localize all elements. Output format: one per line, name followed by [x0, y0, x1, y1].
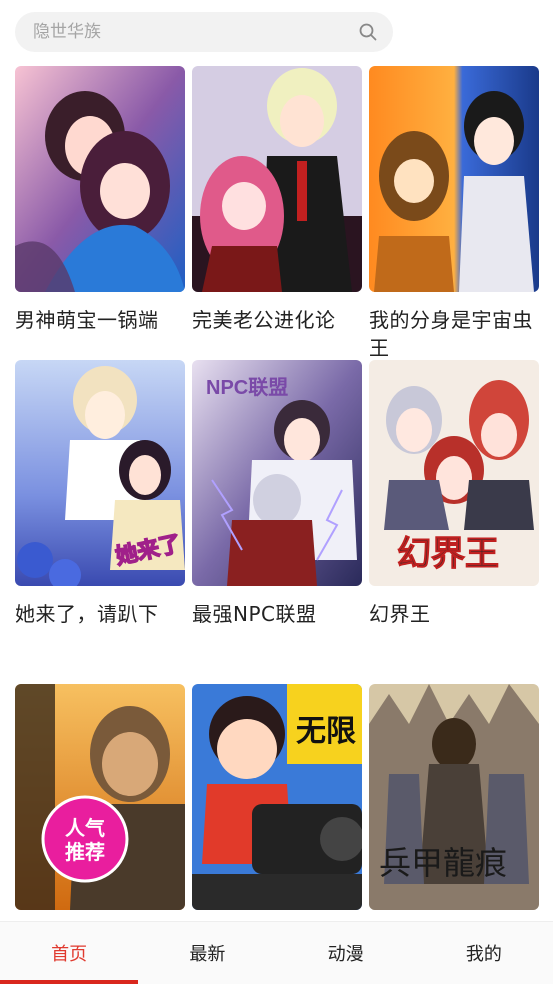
comic-cover[interactable]: 人气 推荐 — [15, 684, 185, 910]
cover-title-text: 无限 — [296, 715, 356, 748]
comic-cover[interactable] — [192, 66, 362, 292]
comic-cover[interactable] — [15, 66, 185, 292]
search-input[interactable] — [33, 12, 353, 52]
comic-cover[interactable]: 无限 — [192, 684, 362, 910]
comic-card[interactable]: NPC联盟 最强NPC联盟 — [192, 360, 362, 628]
comic-title[interactable]: 男神萌宝一锅端 — [15, 306, 185, 334]
svg-text:NPC联盟: NPC联盟 — [206, 376, 288, 399]
comic-cover[interactable]: 她来了 — [15, 360, 185, 586]
search-bar[interactable] — [15, 12, 393, 52]
tab-latest[interactable]: 最新 — [138, 922, 276, 984]
comic-title[interactable]: 她来了，请趴下 — [15, 600, 185, 628]
comic-title[interactable]: 幻界王 — [369, 600, 539, 628]
comic-cover[interactable] — [369, 66, 539, 292]
svg-text:兵甲龍痕: 兵甲龍痕 — [379, 845, 507, 881]
comic-cover[interactable]: NPC联盟 — [192, 360, 362, 586]
comic-card[interactable]: 兵甲龍痕 — [369, 684, 539, 910]
comic-card[interactable]: 幻界王 幻界王 — [369, 360, 539, 628]
comic-card[interactable]: 完美老公进化论 — [192, 66, 362, 334]
comic-title[interactable]: 最强NPC联盟 — [192, 600, 362, 628]
comic-title[interactable]: 我的分身是宇宙虫王 — [369, 306, 539, 362]
comic-card[interactable]: 人气 推荐 — [15, 684, 185, 910]
comic-card[interactable]: 无限 — [192, 684, 362, 910]
tab-anime[interactable]: 动漫 — [277, 922, 415, 984]
comic-card[interactable]: 男神萌宝一锅端 — [15, 66, 185, 334]
svg-text:幻界王: 幻界王 — [397, 535, 499, 573]
popular-badge: 人气 推荐 — [65, 818, 105, 864]
search-icon[interactable] — [359, 23, 377, 41]
comic-cover[interactable]: 兵甲龍痕 — [369, 684, 539, 910]
comic-card[interactable]: 她来了 她来了，请趴下 — [15, 360, 185, 628]
tab-mine[interactable]: 我的 — [415, 922, 553, 984]
comic-grid: 男神萌宝一锅端 完美老公进化论 我的分身是宇宙虫王 她来了 她来了，请趴下 NP… — [0, 0, 553, 984]
bottom-tab-bar: 首页 最新 动漫 我的 — [0, 921, 553, 984]
comic-card[interactable]: 我的分身是宇宙虫王 — [369, 66, 539, 362]
comic-cover[interactable]: 幻界王 — [369, 360, 539, 586]
comic-title[interactable]: 完美老公进化论 — [192, 306, 362, 334]
tab-home[interactable]: 首页 — [0, 922, 139, 984]
